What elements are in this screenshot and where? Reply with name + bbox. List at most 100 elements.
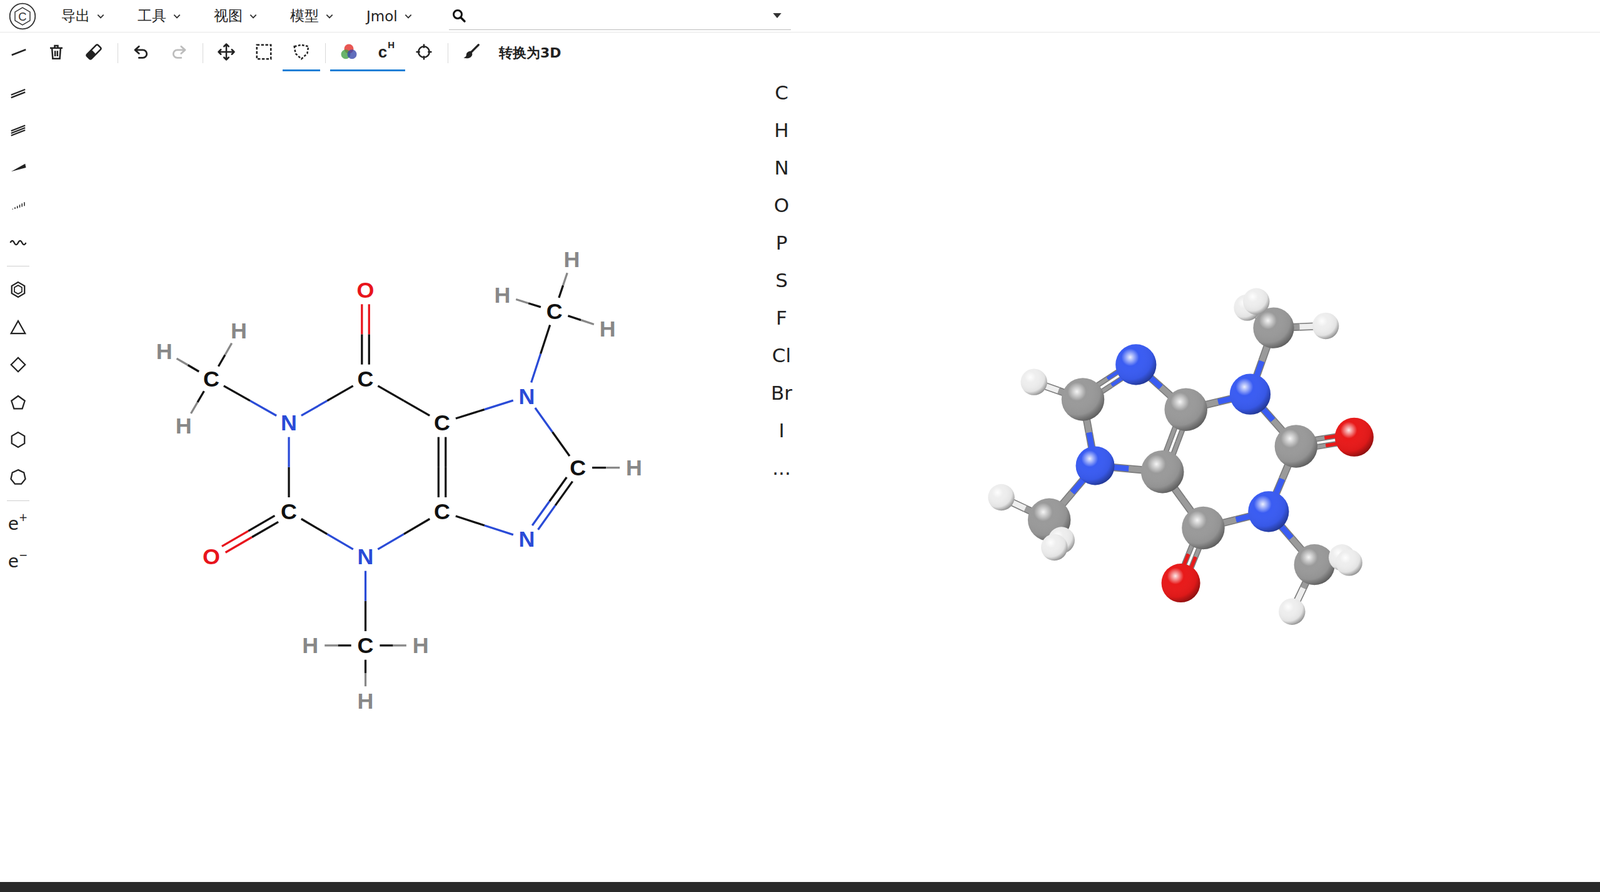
atom-ball[interactable] xyxy=(1312,312,1339,339)
draw-tool[interactable] xyxy=(0,458,36,496)
atom-label[interactable]: H xyxy=(175,412,192,439)
bond[interactable] xyxy=(552,432,570,457)
bond[interactable] xyxy=(540,325,551,354)
atom-label[interactable]: O xyxy=(357,276,375,303)
tool-button[interactable] xyxy=(37,32,76,72)
bond[interactable] xyxy=(532,501,550,526)
menu-item[interactable]: 导出 xyxy=(61,6,138,26)
tool-button[interactable] xyxy=(75,32,113,72)
element-item[interactable]: ... xyxy=(759,448,804,487)
bond[interactable] xyxy=(218,354,226,367)
bond[interactable] xyxy=(377,533,404,549)
bond[interactable] xyxy=(368,334,371,365)
draw-tool[interactable] xyxy=(0,270,36,309)
element-item[interactable]: H xyxy=(759,111,804,149)
bond[interactable] xyxy=(364,672,367,686)
logo[interactable]: C xyxy=(0,1,62,32)
bond[interactable] xyxy=(301,518,328,534)
element-item[interactable]: N xyxy=(759,148,804,187)
dropdown-arrow-icon[interactable] xyxy=(772,10,783,21)
atom-ball[interactable] xyxy=(987,483,1015,511)
atom-ball[interactable] xyxy=(1061,377,1105,421)
atom-label[interactable]: N xyxy=(357,543,374,569)
bond[interactable] xyxy=(558,285,564,298)
atom-ball[interactable] xyxy=(1336,548,1363,576)
element-item[interactable]: I xyxy=(759,411,804,449)
draw-tool[interactable] xyxy=(0,308,36,346)
bond[interactable] xyxy=(535,407,553,433)
element-item[interactable]: Cl xyxy=(759,336,804,374)
element-item[interactable]: Br xyxy=(759,373,804,412)
bond[interactable] xyxy=(455,515,485,526)
bond[interactable] xyxy=(563,272,568,286)
atom-label[interactable]: H xyxy=(493,281,511,308)
bond[interactable] xyxy=(437,437,440,468)
bond[interactable] xyxy=(515,298,529,303)
draw-tool[interactable] xyxy=(0,73,36,112)
atom-ball[interactable] xyxy=(1115,343,1157,385)
bond[interactable] xyxy=(403,400,430,416)
draw-tool[interactable] xyxy=(0,148,36,187)
bond[interactable] xyxy=(301,400,328,416)
draw-tool[interactable] xyxy=(0,345,36,384)
atom-ball[interactable] xyxy=(1141,450,1185,494)
structure-canvas[interactable]: OCCNCHHHCHNCNCHHHCONCHHH xyxy=(35,73,760,882)
bond[interactable] xyxy=(567,315,581,321)
bond[interactable] xyxy=(538,505,556,530)
atom-ball[interactable] xyxy=(1181,506,1225,550)
draw-tool[interactable]: e− xyxy=(0,542,36,581)
atom-label[interactable]: C xyxy=(357,365,374,392)
bond[interactable] xyxy=(364,600,367,631)
bond[interactable] xyxy=(225,537,252,553)
element-item[interactable]: P xyxy=(759,223,804,262)
element-item[interactable]: O xyxy=(759,186,804,224)
atom-ball[interactable] xyxy=(1164,387,1208,431)
bond[interactable] xyxy=(377,385,404,401)
atom-ball[interactable] xyxy=(1247,490,1289,532)
atom-label[interactable]: N xyxy=(280,409,297,436)
atom-ball[interactable] xyxy=(1334,417,1374,457)
bond[interactable] xyxy=(225,343,232,356)
atom-label[interactable]: H xyxy=(230,317,247,344)
atom-ball[interactable] xyxy=(1278,597,1305,624)
bond[interactable] xyxy=(337,644,351,646)
atom-label[interactable]: C xyxy=(280,498,297,524)
bond[interactable] xyxy=(187,365,199,372)
bond[interactable] xyxy=(327,385,353,401)
menu-item[interactable]: Jmol xyxy=(366,8,443,25)
element-item[interactable]: C xyxy=(759,73,804,112)
atom-label[interactable]: H xyxy=(412,632,429,658)
bond[interactable] xyxy=(176,358,189,365)
atom-ball[interactable] xyxy=(1076,445,1115,485)
bond[interactable] xyxy=(605,466,620,469)
menu-item[interactable]: 模型 xyxy=(290,6,367,26)
convert-3d-button[interactable]: 转换为3D xyxy=(490,32,569,74)
bond[interactable] xyxy=(444,467,447,498)
atom-label[interactable]: N xyxy=(518,383,536,409)
atom-label[interactable]: C xyxy=(569,454,586,481)
atom-label[interactable]: H xyxy=(156,338,173,364)
atom-label[interactable]: C xyxy=(203,365,220,392)
bond[interactable] xyxy=(287,437,290,468)
atom-ball[interactable] xyxy=(1020,368,1047,395)
tool-button[interactable]: cH xyxy=(367,32,406,72)
bond[interactable] xyxy=(549,477,568,502)
bond[interactable] xyxy=(364,570,367,601)
bond[interactable] xyxy=(484,400,514,409)
element-item[interactable]: S xyxy=(759,261,804,299)
bond[interactable] xyxy=(251,521,279,537)
bond[interactable] xyxy=(368,303,371,334)
tool-button[interactable] xyxy=(282,32,321,72)
bond[interactable] xyxy=(592,466,606,469)
bond[interactable] xyxy=(327,533,354,549)
atom-label[interactable]: N xyxy=(518,525,536,552)
bond[interactable] xyxy=(197,390,204,403)
draw-tool[interactable] xyxy=(0,111,36,149)
tool-button[interactable] xyxy=(245,32,283,72)
atom-label[interactable]: H xyxy=(625,454,643,481)
bond[interactable] xyxy=(528,303,541,307)
bond[interactable] xyxy=(379,644,393,646)
tool-button[interactable] xyxy=(160,32,198,72)
tool-button[interactable] xyxy=(207,32,246,72)
bond[interactable] xyxy=(190,402,197,414)
